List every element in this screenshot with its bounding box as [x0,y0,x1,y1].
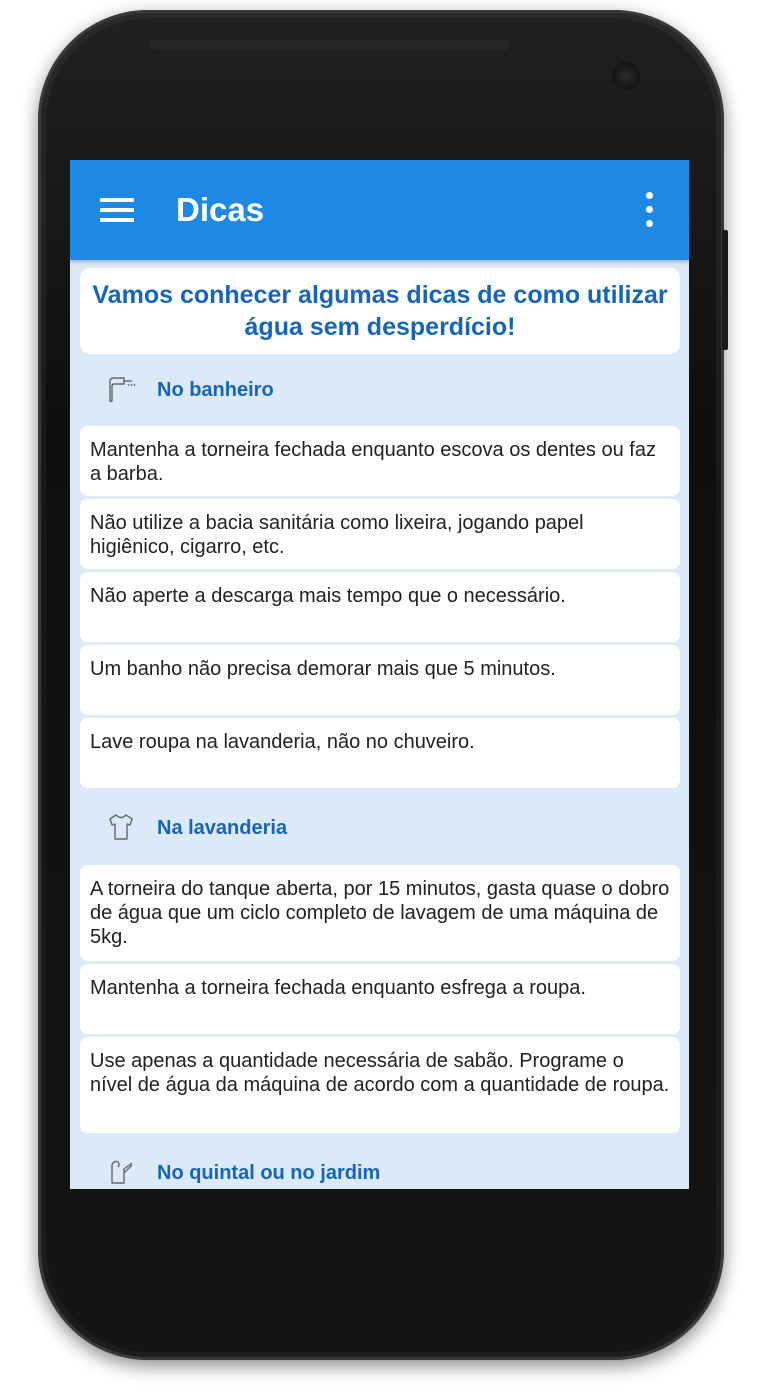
tip-card[interactable]: Um banho não precisa demorar mais que 5 … [80,645,680,715]
section-header-quintal: No quintal ou no jardim [80,1136,680,1189]
tip-text: A torneira do tanque aberta, por 15 minu… [90,878,670,948]
tip-text: Um banho não precisa demorar mais que 5 … [90,658,556,680]
intro-text: Vamos conhecer algumas dicas de como uti… [92,281,668,341]
tip-text: Mantenha a torneira fechada enquanto esf… [90,977,586,999]
tip-card[interactable]: Lave roupa na lavanderia, não no chuveir… [80,718,680,788]
tip-text: Lave roupa na lavanderia, não no chuveir… [90,731,475,753]
section-title: Na lavanderia [157,816,288,839]
shower-icon [109,377,136,403]
section-title: No quintal ou no jardim [157,1161,381,1184]
page-title: Dicas [176,191,265,228]
tips-list[interactable]: Vamos conhecer algumas dicas de como uti… [80,268,680,1189]
tip-card[interactable]: Use apenas a quantidade necessária de sa… [80,1037,680,1133]
tip-card[interactable]: Não aperte a descarga mais tempo que o n… [80,572,680,642]
phone-speaker [150,40,510,50]
more-vertical-icon[interactable] [640,192,658,228]
watering-can-icon [111,1160,133,1184]
tip-card[interactable]: Mantenha a torneira fechada enquanto esc… [80,426,680,496]
tip-card[interactable]: Não utilize a bacia sanitária como lixei… [80,499,680,569]
app-screen: Dicas Vamos conhecer algumas dicas de co… [70,160,689,1189]
tip-text: Não utilize a bacia sanitária como lixei… [90,512,584,558]
tip-card[interactable]: Mantenha a torneira fechada enquanto esf… [80,964,680,1034]
section-header-banheiro: No banheiro [80,354,680,426]
tip-text: Mantenha a torneira fechada enquanto esc… [90,439,656,485]
phone-camera [612,62,640,90]
tip-card[interactable]: A torneira do tanque aberta, por 15 minu… [80,865,680,961]
intro-card: Vamos conhecer algumas dicas de como uti… [80,268,680,354]
section-header-lavanderia: Na lavanderia [80,791,680,865]
section-title: No banheiro [157,378,274,401]
app-bar: Dicas [70,160,689,260]
tip-text: Use apenas a quantidade necessária de sa… [90,1050,670,1096]
phone-side-button [722,230,728,350]
menu-icon[interactable] [100,198,134,222]
tip-text: Não aperte a descarga mais tempo que o n… [90,585,566,607]
shirt-icon [109,814,133,840]
